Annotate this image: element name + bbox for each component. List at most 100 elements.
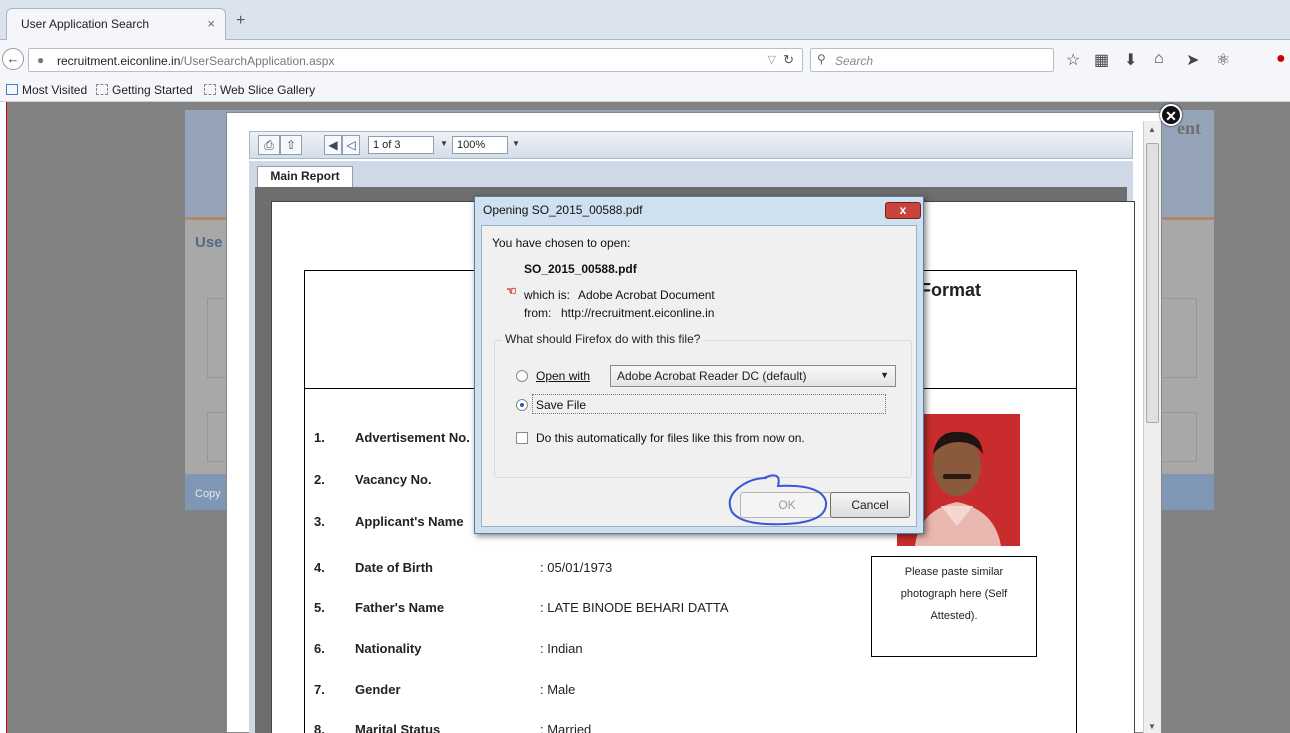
cancel-button[interactable]: Cancel (830, 492, 910, 518)
row-label: Date of Birth (355, 560, 433, 575)
row-label: Advertisement No. (355, 430, 470, 445)
tab-close-icon[interactable]: × (207, 16, 215, 31)
chosen-text: You have chosen to open: (492, 236, 631, 250)
bookmark-star-icon[interactable]: ☆ (1066, 50, 1080, 70)
tab-title: User Application Search (21, 17, 150, 31)
close-icon[interactable]: ✕ (1160, 104, 1182, 126)
prev-page-icon[interactable]: ◁ (342, 135, 360, 155)
download-dialog: Opening SO_2015_00588.pdf x You have cho… (474, 196, 924, 534)
chevron-down-icon: ▼ (880, 370, 889, 380)
auto-checkbox[interactable] (516, 432, 528, 444)
background-footer-text: Copy (195, 488, 221, 500)
extension-icon[interactable]: ⚛ (1216, 50, 1230, 70)
open-with-label[interactable]: Open with (536, 369, 590, 383)
page-indicator[interactable]: 1 of 3 (368, 136, 434, 154)
zoom-dropdown-icon[interactable]: ▼ (512, 139, 520, 148)
row-label: Nationality (355, 641, 422, 656)
bookmark-getting-started[interactable]: Getting Started (96, 83, 193, 97)
save-file-radio[interactable] (516, 399, 528, 411)
row-number: 1. (314, 430, 325, 445)
tab-main-report[interactable]: Main Report (257, 166, 353, 187)
adblock-icon[interactable]: ● (1276, 50, 1286, 68)
home-icon[interactable]: ⌂ (1154, 50, 1164, 68)
url-host: recruitment.eiconline.in (57, 54, 181, 68)
row-label: Marital Status (355, 722, 441, 733)
vertical-scrollbar[interactable]: ▲ ▼ (1143, 121, 1161, 733)
paste-box-line: Please paste similar (904, 566, 1004, 578)
navigation-toolbar: ← ● recruitment.eiconline.in/UserSearchA… (0, 40, 1290, 78)
url-text: recruitment.eiconline.in/UserSearchAppli… (57, 54, 334, 68)
form-title: Format (920, 280, 982, 300)
paste-box-line: photograph here (Self (900, 588, 1008, 600)
back-arrow-icon[interactable]: ← (2, 48, 24, 70)
background-header-text: ent (1177, 118, 1201, 138)
row-value: : 05/01/1973 (540, 560, 613, 575)
scroll-down-icon[interactable]: ▼ (1148, 722, 1156, 731)
new-tab-button[interactable]: + (236, 12, 245, 30)
open-with-app: Adobe Acrobat Reader DC (default) (617, 369, 807, 383)
report-tabs: Main Report (249, 161, 1133, 187)
save-file-label[interactable]: Save File (536, 398, 586, 412)
row-number: 4. (314, 560, 325, 575)
row-number: 2. (314, 472, 325, 487)
bookmark-label: Most Visited (22, 83, 88, 97)
open-with-radio[interactable] (516, 370, 528, 382)
ok-annotation-circle (728, 474, 828, 526)
reading-list-icon[interactable]: ▦ (1094, 50, 1109, 70)
page-dropdown-icon[interactable]: ▼ (440, 139, 448, 148)
url-dropdown-icon[interactable]: ▽ (768, 53, 776, 66)
search-bar[interactable]: ⚲ Search (810, 48, 1054, 72)
open-with-select[interactable]: Adobe Acrobat Reader DC (default) ▼ (610, 365, 896, 387)
first-page-icon[interactable]: ◀ (324, 135, 342, 155)
reload-icon[interactable]: ↻ (783, 52, 794, 68)
dialog-title: Opening SO_2015_00588.pdf (483, 203, 643, 217)
row-number: 6. (314, 641, 325, 656)
row-value: : LATE BINODE BEHARI DATTA (540, 600, 729, 615)
which-is-value: Adobe Acrobat Document (578, 288, 715, 302)
send-icon[interactable]: ➤ (1186, 50, 1199, 70)
tab-strip: User Application Search × + (0, 0, 1290, 40)
dialog-content: You have chosen to open: ☜ SO_2015_00588… (481, 225, 917, 527)
scroll-up-icon[interactable]: ▲ (1148, 125, 1156, 134)
zoom-select[interactable]: 100% (452, 136, 508, 154)
search-placeholder: Search (835, 54, 874, 68)
photo-paste-box: Please paste similar photograph here (Se… (871, 556, 1037, 657)
bookmark-label: Getting Started (112, 83, 193, 97)
background-heading: Use (195, 234, 223, 251)
action-question: What should Firefox do with this file? (502, 332, 704, 346)
row-number: 8. (314, 722, 325, 733)
auto-label[interactable]: Do this automatically for files like thi… (536, 431, 805, 445)
row-value: : Male (540, 682, 576, 697)
bookmark-page-icon (204, 84, 216, 95)
scroll-thumb[interactable] (1146, 143, 1159, 423)
from-label: from: (524, 306, 552, 320)
bookmarks-toolbar: Most Visited Getting Started Web Slice G… (0, 78, 1290, 102)
bookmark-folder-icon (6, 84, 18, 95)
bookmark-most-visited[interactable]: Most Visited (6, 83, 87, 97)
bookmark-web-slice-gallery[interactable]: Web Slice Gallery (204, 83, 315, 97)
row-value: : Indian (540, 641, 583, 656)
search-icon: ⚲ (817, 52, 826, 66)
bookmark-page-icon (96, 84, 108, 95)
address-bar[interactable]: ● recruitment.eiconline.in/UserSearchApp… (28, 48, 803, 72)
file-name: SO_2015_00588.pdf (524, 262, 637, 276)
browser-tab[interactable]: User Application Search × (6, 8, 226, 40)
which-is-label: which is: (524, 288, 571, 302)
row-label: Applicant's Name (355, 514, 464, 529)
download-icon[interactable]: ⬇ (1124, 50, 1137, 70)
row-label: Vacancy No. (355, 472, 432, 487)
from-value: http://recruitment.eiconline.in (561, 306, 715, 320)
row-value: : Married (540, 722, 592, 733)
print-icon[interactable]: ⎙ (258, 135, 280, 155)
report-toolbar: ⎙ ⇧ ◀ ◁ 1 of 3 ▼ 100% ▼ (249, 131, 1133, 159)
row-label: Father's Name (355, 600, 445, 615)
pdf-file-icon: ☜ (506, 284, 517, 298)
row-number: 7. (314, 682, 325, 697)
url-path: /UserSearchApplication.aspx (180, 54, 335, 68)
export-icon[interactable]: ⇧ (280, 135, 302, 155)
row-label: Gender (355, 682, 401, 697)
dialog-close-button[interactable]: x (885, 202, 921, 219)
paste-box-line: Attested). (930, 610, 978, 622)
bookmark-label: Web Slice Gallery (220, 83, 316, 97)
row-number: 5. (314, 600, 325, 615)
